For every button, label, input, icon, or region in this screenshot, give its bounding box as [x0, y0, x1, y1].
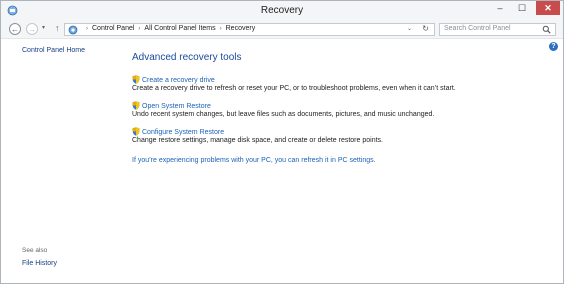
shield-icon [132, 127, 140, 136]
minimize-button[interactable]: – [489, 1, 511, 15]
maximize-button[interactable]: ☐ [511, 1, 533, 15]
close-button[interactable]: ✕ [536, 1, 560, 15]
open-system-restore-link[interactable]: Open System Restore [132, 101, 211, 110]
file-history-link[interactable]: File History [22, 260, 57, 267]
configure-system-restore-label[interactable]: Configure System Restore [142, 129, 224, 136]
refresh-pc-link[interactable]: If you’re experiencing problems with you… [132, 157, 376, 164]
window-title: Recovery [260, 5, 304, 16]
address-dropdown-icon[interactable]: ⌄ [407, 25, 412, 32]
configure-system-restore-link[interactable]: Configure System Restore [132, 127, 224, 136]
breadcrumb-all-control-panel-items[interactable]: All Control Panel Items [144, 25, 215, 32]
breadcrumb: › Control Panel › All Control Panel Items › R… [82, 25, 255, 32]
page-title: Advanced recovery tools [132, 52, 242, 63]
breadcrumb-control-panel[interactable]: Control Panel [92, 25, 134, 32]
help-icon[interactable]: ? [549, 42, 558, 51]
create-recovery-drive-label[interactable]: Create a recovery drive [142, 77, 215, 84]
breadcrumb-separator[interactable]: › [220, 26, 222, 32]
shield-icon [132, 101, 140, 110]
breadcrumb-separator: › [86, 26, 88, 32]
address-bar[interactable]: › Control Panel › All Control Panel Items › R… [64, 23, 435, 36]
up-button[interactable]: ↑ [55, 23, 60, 33]
breadcrumb-recovery[interactable]: Recovery [226, 25, 256, 32]
control-panel-icon [68, 25, 78, 35]
see-also-heading: See also [22, 247, 48, 254]
recovery-window: Recovery – ☐ ✕ ← → ▾ ↑ › Control Panel › Al… [0, 0, 564, 284]
configure-system-restore-description: Change restore settings, manage disk spa… [132, 137, 383, 144]
refresh-icon[interactable]: ↻ [422, 24, 429, 33]
shield-icon [132, 75, 140, 84]
navigation-bar: ← → ▾ ↑ › Control Panel › All Control Panel… [1, 21, 563, 39]
title-bar[interactable]: Recovery – ☐ ✕ [1, 1, 563, 21]
breadcrumb-separator[interactable]: › [138, 26, 140, 32]
open-system-restore-description: Undo recent system changes, but leave fi… [132, 111, 435, 118]
back-button[interactable]: ← [9, 23, 21, 35]
search-icon[interactable] [542, 25, 551, 34]
open-system-restore-label[interactable]: Open System Restore [142, 103, 211, 110]
create-recovery-drive-description: Create a recovery drive to refresh or re… [132, 85, 456, 92]
search-input[interactable]: Search Control Panel [439, 23, 556, 36]
control-panel-home-link[interactable]: Control Panel Home [22, 47, 85, 54]
forward-button[interactable]: → [26, 23, 38, 35]
create-recovery-drive-link[interactable]: Create a recovery drive [132, 75, 215, 84]
recent-locations-dropdown[interactable]: ▾ [42, 24, 45, 31]
search-placeholder: Search Control Panel [444, 25, 511, 32]
